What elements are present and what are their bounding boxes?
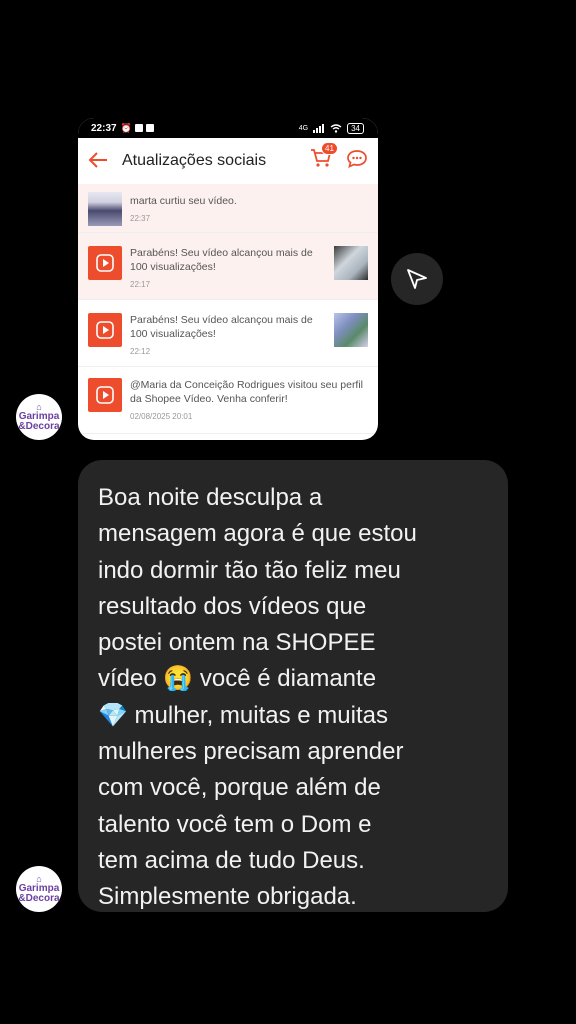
share-button[interactable] xyxy=(391,253,443,305)
wifi-icon xyxy=(330,123,342,133)
notification-item[interactable]: @Maria da Conceição Rodrigues visitou se… xyxy=(78,367,378,434)
shopee-video-icon xyxy=(88,378,122,412)
notification-text: Parabéns! Seu vídeo alcançou mais de 100… xyxy=(130,247,313,273)
notification-item[interactable]: Parabéns! Seu vídeo alcançou mais de 100… xyxy=(78,233,378,300)
video-thumbnail xyxy=(334,313,368,347)
notification-item[interactable]: marta curtiu seu vídeo. 22:37 xyxy=(78,184,378,233)
signal-icon xyxy=(313,123,325,133)
notification-time: 22:17 xyxy=(130,280,151,289)
notification-list: marta curtiu seu vídeo. 22:37 Parabéns! … xyxy=(78,184,378,434)
page-title: Atualizações sociais xyxy=(122,152,267,169)
shopee-video-icon xyxy=(88,246,122,280)
status-notification-icons: ⏰ xyxy=(121,123,154,134)
status-bar: 22:37 ⏰ 4G 34 xyxy=(78,118,378,138)
alarm-icon: ⏰ xyxy=(120,122,132,133)
app-notification-icon xyxy=(134,124,143,132)
chat-icon xyxy=(347,150,367,168)
avatar-line2: &Decora xyxy=(18,893,60,904)
avatar[interactable]: ⌂ Garimpa &Decora xyxy=(16,394,62,440)
notification-time: 02/08/2025 20:01 xyxy=(130,412,193,421)
status-time: 22:37 xyxy=(91,122,117,134)
avatar[interactable]: ⌂ Garimpa &Decora xyxy=(16,866,62,912)
app-header: Atualizações sociais 41 xyxy=(78,138,378,185)
notification-text: marta curtiu seu vídeo. xyxy=(130,195,237,207)
app-notification-icon xyxy=(145,124,154,132)
notification-text: Parabéns! Seu vídeo alcançou mais de 100… xyxy=(130,314,313,340)
network-label: 4G xyxy=(298,124,309,132)
cart-button[interactable]: 41 xyxy=(310,142,338,173)
video-thumbnail xyxy=(334,246,368,280)
notification-time: 22:12 xyxy=(130,347,151,356)
notification-text: @Maria da Conceição Rodrigues visitou se… xyxy=(130,379,364,405)
battery-indicator: 34 xyxy=(347,122,364,134)
message-bubble[interactable]: Boa noite desculpa a mensagem agora é qu… xyxy=(78,460,508,912)
cart-count-badge: 41 xyxy=(321,142,338,155)
send-icon xyxy=(407,269,427,289)
chat-button[interactable] xyxy=(346,149,368,174)
shared-screenshot[interactable]: 22:37 ⏰ 4G 34 Atualizações sociais 41 ma… xyxy=(78,118,378,440)
arrow-left-icon[interactable] xyxy=(88,148,112,174)
shopee-video-icon xyxy=(88,313,122,347)
video-thumbnail xyxy=(88,192,122,226)
notification-time: 22:37 xyxy=(130,214,151,223)
message-text: Boa noite desculpa a mensagem agora é qu… xyxy=(98,484,417,911)
avatar-line2: &Decora xyxy=(18,421,60,432)
notification-item[interactable]: Parabéns! Seu vídeo alcançou mais de 100… xyxy=(78,300,378,367)
